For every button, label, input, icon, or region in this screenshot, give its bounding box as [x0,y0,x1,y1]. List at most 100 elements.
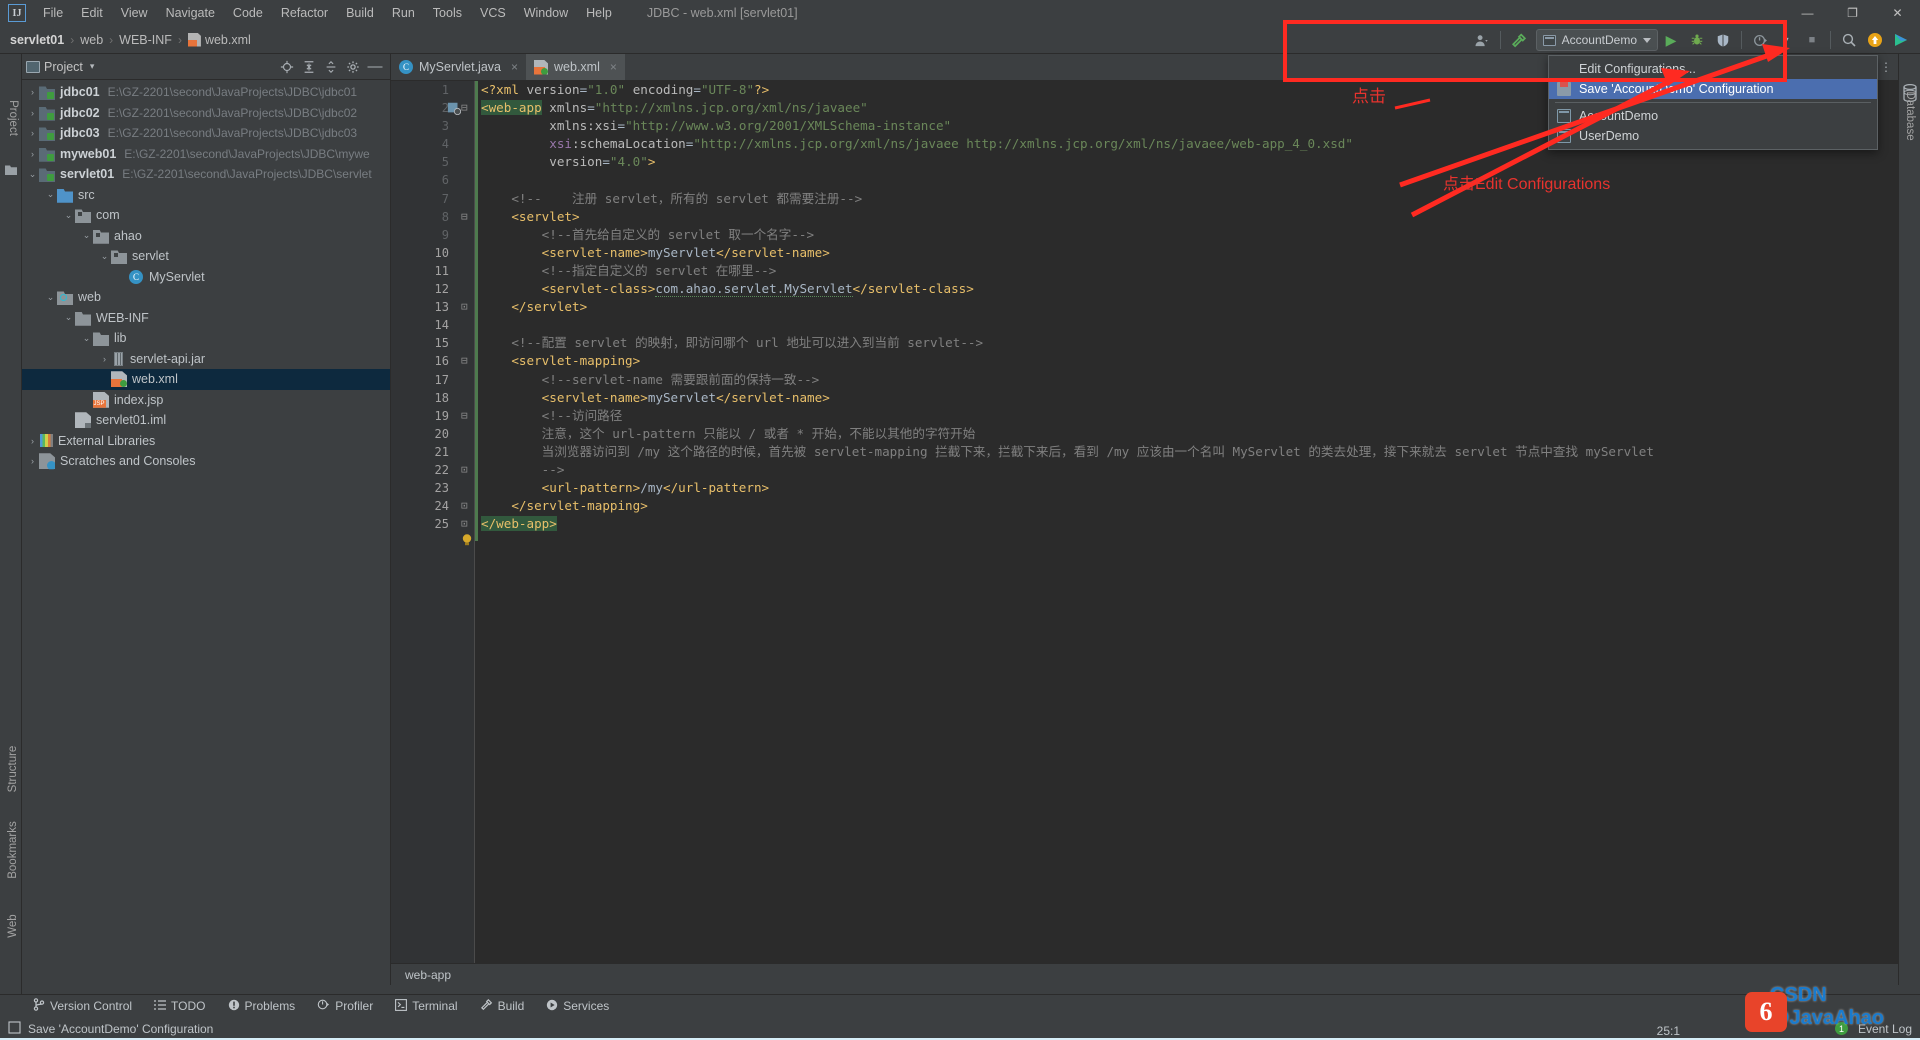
chevron-down-icon[interactable]: ⌄ [80,230,93,241]
menu-item-run[interactable]: Run [383,3,424,23]
profiler-button[interactable] [1747,27,1773,53]
tree-row-src[interactable]: ⌄ src [22,185,390,206]
tree-row-webxml[interactable]: web.xml [22,369,390,390]
code-editor[interactable]: 1 <?xml version="1.0" encoding="UTF-8"?> … [391,81,1898,985]
chevron-right-icon[interactable]: › [98,354,111,364]
chevron-down-icon[interactable]: ⌄ [62,312,75,323]
tree-row-com[interactable]: ⌄ com [22,205,390,226]
coverage-button[interactable] [1710,27,1736,53]
breadcrumb-item-file[interactable]: web.xml [205,33,251,47]
tool-button-profiler[interactable]: Profiler [306,998,384,1014]
tree-row-iml[interactable]: servlet01.iml [22,410,390,431]
tree-row-webinf[interactable]: ⌄ WEB-INF [22,308,390,329]
tool-button-todo[interactable]: TODO [143,999,216,1014]
menu-item-build[interactable]: Build [337,3,383,23]
tool-button-build[interactable]: Build [469,998,536,1014]
code-content[interactable]: 1 <?xml version="1.0" encoding="UTF-8"?> … [391,81,1898,985]
gear-icon[interactable] [342,56,364,78]
tab-web-xml[interactable]: web.xml × [526,54,625,80]
collapse-all-icon[interactable] [320,56,342,78]
tree-row-external-libraries[interactable]: › External Libraries [22,431,390,452]
menu-item-tools[interactable]: Tools [424,3,471,23]
menu-item-file[interactable]: File [34,3,72,23]
tool-button-structure[interactable]: Structure [0,737,22,815]
chevron-down-icon[interactable]: ⌄ [26,169,39,180]
run-configuration-selector[interactable]: AccountDemo [1535,29,1658,51]
chevron-right-icon[interactable]: › [26,128,39,138]
tree-row-servlet[interactable]: ⌄ servlet [22,246,390,267]
user-icon[interactable] [1469,27,1495,53]
build-hammer-icon[interactable] [1506,27,1532,53]
minimize-button[interactable]: — [1785,0,1830,26]
more-vertical-icon[interactable]: ⋮ [1880,61,1892,73]
breadcrumb-item-webinf[interactable]: WEB-INF [119,33,172,47]
tool-button-version-control[interactable]: Version Control [22,998,143,1014]
hide-panel-icon[interactable]: — [364,56,386,78]
ide-icon[interactable] [1888,27,1914,53]
chevron-right-icon[interactable]: › [26,456,39,466]
locate-icon[interactable] [276,56,298,78]
menu-item-edit-configurations[interactable]: Edit Configurations... [1549,59,1877,79]
tree-row-servlet-api-jar[interactable]: › servlet-api.jar [22,349,390,370]
search-icon[interactable] [1836,27,1862,53]
expand-all-icon[interactable] [298,56,320,78]
tree-row-servlet01[interactable]: ⌄ servlet01 E:\GZ-2201\second\JavaProjec… [22,164,390,185]
tree-row-web[interactable]: ⌄ web [22,287,390,308]
run-button[interactable]: ▶ [1658,27,1684,53]
tree-row-myweb01[interactable]: › myweb01 E:\GZ-2201\second\JavaProjects… [22,144,390,165]
tool-button-services[interactable]: Services [535,999,620,1014]
chevron-right-icon[interactable]: › [26,436,39,446]
chevron-down-icon[interactable]: ⌄ [80,333,93,344]
editor-bottom-breadcrumb[interactable]: web-app [391,963,1898,985]
chevron-down-icon[interactable]: ⌄ [44,189,57,200]
maximize-button[interactable]: ❐ [1830,0,1875,26]
event-log-label[interactable]: Event Log [1858,1022,1912,1036]
menu-item-refactor[interactable]: Refactor [272,3,337,23]
tree-row-indexjsp[interactable]: index.jsp [22,390,390,411]
tree-row-ahao[interactable]: ⌄ ahao [22,226,390,247]
tool-button-problems[interactable]: Problems [217,999,307,1014]
menu-item-save-configuration[interactable]: Save 'AccountDemo' Configuration [1549,79,1877,99]
editor-tab-actions[interactable]: ⋮ [1880,54,1898,80]
chevron-down-icon[interactable]: ⌄ [62,210,75,221]
tool-button-terminal[interactable]: Terminal [384,998,468,1014]
chevron-down-icon[interactable]: ▾ [90,61,95,72]
breadcrumb-item-module[interactable]: servlet01 [10,33,64,47]
debug-button[interactable] [1684,27,1710,53]
menu-item-window[interactable]: Window [515,3,577,23]
module-icon [39,147,55,162]
chevron-down-icon[interactable]: ⌄ [44,292,57,303]
tree-row-myservlet[interactable]: C MyServlet [22,267,390,288]
menu-item-vcs[interactable]: VCS [471,3,515,23]
tree-row-jdbc01[interactable]: › jdbc01 E:\GZ-2201\second\JavaProjects\… [22,82,390,103]
tool-button-web[interactable]: Web [0,904,22,960]
menu-item-navigate[interactable]: Navigate [157,3,224,23]
breadcrumb-item-web[interactable]: web [80,33,103,47]
close-icon[interactable]: × [610,60,617,74]
folder-icon[interactable] [5,165,17,175]
tree-row-jdbc02[interactable]: › jdbc02 E:\GZ-2201\second\JavaProjects\… [22,103,390,124]
tool-label-database[interactable]: Database [1904,81,1916,151]
caret-position[interactable]: 25:1 [1657,1024,1680,1038]
tool-button-project[interactable]: Project [0,88,22,158]
chevron-right-icon[interactable]: › [26,87,39,97]
menu-item-userdemo[interactable]: UserDemo [1549,126,1877,146]
close-icon[interactable]: × [511,60,518,74]
tree-row-scratches[interactable]: › Scratches and Consoles [22,451,390,472]
close-button[interactable]: ✕ [1875,0,1920,26]
status-message-area[interactable]: Save 'AccountDemo' Configuration [0,1020,213,1037]
menu-item-edit[interactable]: Edit [72,3,112,23]
chevron-down-icon[interactable]: ⌄ [98,251,111,262]
tool-button-bookmarks[interactable]: Bookmarks [0,814,22,900]
menu-item-view[interactable]: View [112,3,157,23]
tree-row-jdbc03[interactable]: › jdbc03 E:\GZ-2201\second\JavaProjects\… [22,123,390,144]
menu-item-help[interactable]: Help [577,3,621,23]
chevron-right-icon[interactable]: › [26,108,39,118]
chevron-right-icon[interactable]: › [26,149,39,159]
menu-item-code[interactable]: Code [224,3,272,23]
tree-row-lib[interactable]: ⌄ lib [22,328,390,349]
menu-item-accountdemo[interactable]: AccountDemo [1549,106,1877,126]
update-arrow-icon[interactable] [1862,27,1888,53]
chevron-down-icon[interactable]: ▼ [1773,27,1799,53]
tab-myservlet-java[interactable]: C MyServlet.java × [391,54,526,80]
